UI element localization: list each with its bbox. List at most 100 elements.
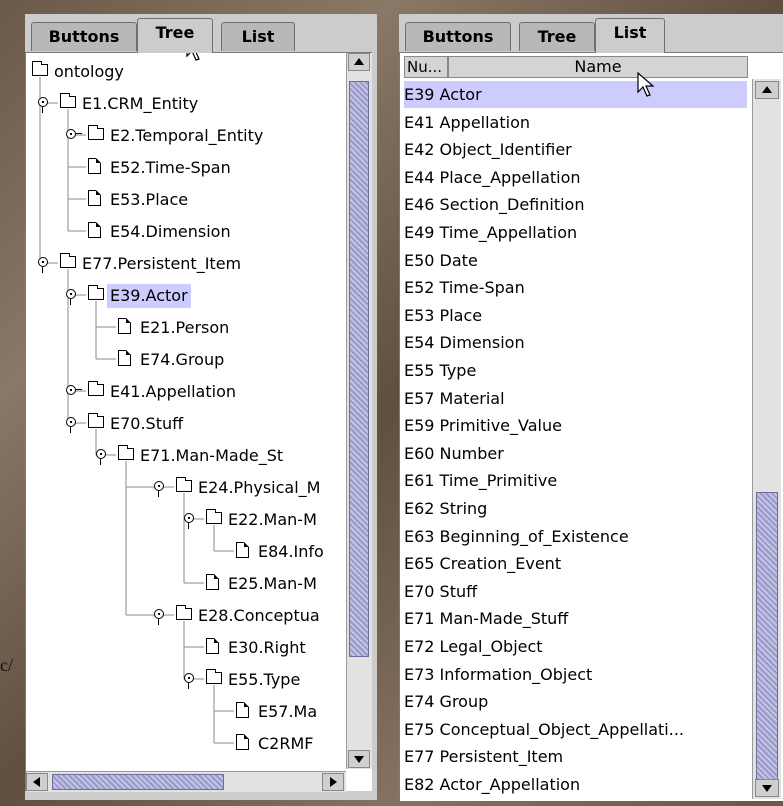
collapsed-node-handle-icon[interactable] (66, 129, 82, 139)
table-row[interactable]: E42 Object_Identifier (404, 136, 747, 163)
tree-horizontal-scrollbar[interactable] (26, 771, 346, 792)
tree-node[interactable]: E70.Stuff (26, 408, 346, 440)
expanded-node-handle-icon[interactable] (184, 673, 194, 689)
tree-node-label[interactable]: E28.Conceptua (198, 604, 320, 628)
tree-node[interactable]: E2.Temporal_Entity (26, 120, 346, 152)
tree-node[interactable]: E84.Info (26, 536, 346, 568)
column-header-number[interactable]: Nu... (404, 56, 448, 78)
tree-node-label[interactable]: E54.Dimension (110, 220, 231, 244)
table-row[interactable]: E46 Section_Definition (404, 191, 747, 218)
table-row[interactable]: E39 Actor (404, 81, 747, 108)
table-row[interactable]: E54 Dimension (404, 329, 747, 356)
tree-node-label[interactable]: E55.Type (228, 668, 300, 692)
table-row[interactable]: E49 Time_Appellation (404, 219, 747, 246)
table-row[interactable]: E73 Information_Object (404, 661, 747, 688)
tree-node-label[interactable]: E84.Info (258, 540, 324, 564)
tree-node[interactable]: E74.Group (26, 344, 346, 376)
tree-horizontal-scroll-thumb[interactable] (52, 774, 224, 790)
expanded-node-handle-icon[interactable] (96, 449, 106, 465)
tree-node-label[interactable]: E24.Physical_M (198, 476, 320, 500)
tree-node[interactable]: E24.Physical_M (26, 472, 346, 504)
table-row[interactable]: E57 Material (404, 385, 747, 412)
tree-node-label[interactable]: E30.Right (228, 636, 306, 660)
tree-node[interactable]: C2RMF (26, 728, 346, 760)
tree-node-label[interactable]: E2.Temporal_Entity (110, 124, 263, 148)
tree-node-label[interactable]: E52.Time-Span (110, 156, 231, 180)
tree-node[interactable]: E41.Appellation (26, 376, 346, 408)
tree-node[interactable]: E22.Man-M (26, 504, 346, 536)
tree-node-label[interactable]: E57.Ma (258, 700, 317, 724)
table-row[interactable]: E41 Appellation (404, 109, 747, 136)
expanded-node-handle-icon[interactable] (66, 289, 76, 305)
table-row[interactable]: E53 Place (404, 302, 747, 329)
collapsed-node-handle-icon[interactable] (66, 385, 82, 395)
list-vertical-scroll-thumb[interactable] (756, 492, 778, 792)
tree-node-label[interactable]: E39.Actor (107, 284, 191, 308)
table-row[interactable]: E70 Stuff (404, 578, 747, 605)
table-row[interactable]: E74 Group (404, 688, 747, 715)
tree-node[interactable]: E28.Conceptua (26, 600, 346, 632)
tree-node-label[interactable]: E53.Place (110, 188, 188, 212)
tree-node-label[interactable]: E1.CRM_Entity (82, 92, 198, 116)
table-row[interactable]: E72 Legal_Object (404, 633, 747, 660)
tree-vertical-scrollbar[interactable] (346, 53, 372, 769)
table-row[interactable]: E63 Beginning_of_Existence (404, 523, 747, 550)
tree-node[interactable]: E21.Person (26, 312, 346, 344)
tree-node-label[interactable]: E70.Stuff (110, 412, 183, 436)
list-scroll-down-button[interactable] (755, 779, 779, 797)
table-row[interactable]: E77 Persistent_Item (404, 743, 747, 770)
tree-node-label[interactable]: E22.Man-M (228, 508, 317, 532)
tree-node-label[interactable]: C2RMF (258, 732, 313, 756)
tree-node[interactable]: E53.Place (26, 184, 346, 216)
tree-node[interactable]: E30.Right (26, 632, 346, 664)
right-tab-list[interactable]: List (595, 18, 665, 53)
tree-vertical-scroll-thumb[interactable] (349, 81, 369, 657)
tree-node-label[interactable]: E41.Appellation (110, 380, 236, 404)
table-row[interactable]: E65 Creation_Event (404, 550, 747, 577)
tree-scroll-left-button[interactable] (26, 773, 48, 791)
expanded-node-handle-icon[interactable] (154, 481, 164, 497)
table-row[interactable]: E50 Date (404, 247, 747, 274)
right-tab-buttons[interactable]: Buttons (405, 22, 511, 51)
tree-node-label[interactable]: E74.Group (140, 348, 224, 372)
table-row[interactable]: E75 Conceptual_Object_Appellati... (404, 716, 747, 743)
tree-scroll-right-button[interactable] (322, 773, 344, 791)
expanded-node-handle-icon[interactable] (66, 417, 76, 433)
tree-node-label[interactable]: ontology (54, 60, 124, 84)
expanded-node-handle-icon[interactable] (184, 513, 194, 529)
list-scroll-up-button[interactable] (755, 81, 779, 99)
tree-scroll-up-button[interactable] (348, 53, 370, 71)
list-vertical-scrollbar[interactable] (752, 79, 781, 799)
right-tab-tree[interactable]: Tree (519, 22, 595, 51)
table-row[interactable]: E59 Primitive_Value (404, 412, 747, 439)
tree-node[interactable]: E39.Actor (26, 280, 346, 312)
table-row[interactable]: E60 Number (404, 440, 747, 467)
table-row[interactable]: E82 Actor_Appellation (404, 771, 747, 798)
table-row[interactable]: E71 Man-Made_Stuff (404, 605, 747, 632)
tree-node[interactable]: E77.Persistent_Item (26, 248, 346, 280)
expanded-node-handle-icon[interactable] (38, 257, 48, 273)
tree-node[interactable]: E1.CRM_Entity (26, 88, 346, 120)
left-tab-list[interactable]: List (221, 22, 295, 51)
tree-node[interactable]: E55.Type (26, 664, 346, 696)
tree-node[interactable]: E71.Man-Made_St (26, 440, 346, 472)
expanded-node-handle-icon[interactable] (38, 97, 48, 113)
left-tab-buttons[interactable]: Buttons (31, 22, 137, 51)
tree-node[interactable]: E54.Dimension (26, 216, 346, 248)
tree-node-label[interactable]: E25.Man-M (228, 572, 317, 596)
tree-scroll-down-button[interactable] (348, 750, 370, 768)
left-tab-tree[interactable]: Tree (137, 18, 213, 53)
tree-node-label[interactable]: E77.Persistent_Item (82, 252, 241, 276)
tree-node[interactable]: E52.Time-Span (26, 152, 346, 184)
tree-node-label[interactable]: E21.Person (140, 316, 229, 340)
table-row[interactable]: E61 Time_Primitive (404, 467, 747, 494)
tree-node[interactable]: E57.Ma (26, 696, 346, 728)
expanded-node-handle-icon[interactable] (154, 609, 164, 625)
table-row[interactable]: E52 Time-Span (404, 274, 747, 301)
column-header-name[interactable]: Name (448, 56, 748, 78)
table-row[interactable]: E44 Place_Appellation (404, 164, 747, 191)
tree-node[interactable]: E25.Man-M (26, 568, 346, 600)
tree-node-label[interactable]: E71.Man-Made_St (140, 444, 283, 468)
table-row[interactable]: E55 Type (404, 357, 747, 384)
table-row[interactable]: E62 String (404, 495, 747, 522)
